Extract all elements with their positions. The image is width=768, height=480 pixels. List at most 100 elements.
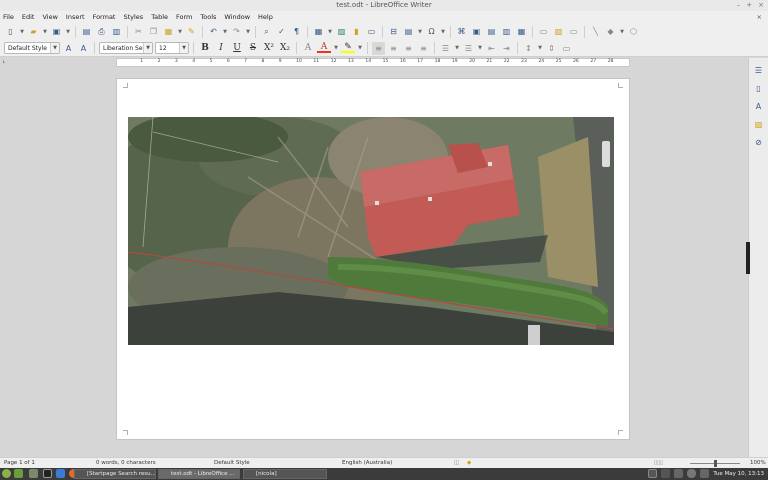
superscript-icon[interactable]: X² xyxy=(262,43,276,53)
hyperlink-icon[interactable]: ⌘ xyxy=(455,25,468,38)
network-icon[interactable] xyxy=(674,469,683,478)
tab-stop-icon[interactable]: ˪ xyxy=(3,58,5,65)
paragraph-dialog-icon[interactable]: ▭ xyxy=(560,42,573,55)
line-spacing-icon[interactable]: ↕ xyxy=(522,42,535,55)
italic-icon[interactable]: I xyxy=(214,43,228,53)
show-desktop-icon[interactable] xyxy=(14,469,23,478)
line-spacing-dropdown-icon[interactable]: ▼ xyxy=(537,42,543,55)
updates-icon[interactable] xyxy=(648,469,657,478)
gallery-icon[interactable]: ▨ xyxy=(753,118,765,130)
maximize-icon[interactable]: + xyxy=(746,0,752,11)
taskbar-item-nicola[interactable]: [nicola] xyxy=(243,469,327,479)
subscript-icon[interactable]: X₂ xyxy=(278,43,292,53)
comment-icon[interactable]: ▭ xyxy=(537,25,550,38)
formatting-marks-icon[interactable]: ¶ xyxy=(290,25,303,38)
aerial-photo-image[interactable] xyxy=(128,117,614,345)
font-color-dropdown-icon[interactable]: ▼ xyxy=(333,42,339,55)
insert-textbox-icon[interactable]: ▭ xyxy=(365,25,378,38)
save-dropdown-icon[interactable]: ▼ xyxy=(65,25,71,38)
word-count[interactable]: 0 words, 0 characters xyxy=(96,460,156,466)
zoom-level[interactable]: 100% xyxy=(750,460,766,466)
font-name-select[interactable]: Liberation Se ▼ xyxy=(99,42,153,54)
update-style-icon[interactable]: A xyxy=(62,42,75,55)
insert-mode-icon[interactable]: ◫ xyxy=(454,460,459,466)
menu-format[interactable]: Format xyxy=(93,13,116,21)
print-preview-icon[interactable]: ▥ xyxy=(110,25,123,38)
decrease-indent-icon[interactable]: ⇤ xyxy=(485,42,498,55)
minimize-icon[interactable]: – xyxy=(737,0,741,11)
app-launcher-icon[interactable] xyxy=(56,469,65,478)
align-justify-icon[interactable]: ≡ xyxy=(417,42,430,55)
menu-tools[interactable]: Tools xyxy=(200,13,216,21)
menu-window[interactable]: Window xyxy=(224,13,250,21)
endnote-icon[interactable]: ▤ xyxy=(485,25,498,38)
strikethrough-icon[interactable]: S xyxy=(246,43,260,53)
clock[interactable]: Tue May 10, 13:13 xyxy=(713,468,764,480)
insert-page-break-icon[interactable]: ⊟ xyxy=(387,25,400,38)
increase-indent-icon[interactable]: ⇥ xyxy=(500,42,513,55)
terminal-icon[interactable] xyxy=(43,469,52,478)
file-manager-icon[interactable] xyxy=(29,469,38,478)
insert-field-icon[interactable]: ▤ xyxy=(402,25,415,38)
new-document-icon[interactable]: ▯ xyxy=(4,25,17,38)
new-dropdown-icon[interactable]: ▼ xyxy=(19,25,25,38)
draw-functions-icon[interactable]: ⬡ xyxy=(627,25,640,38)
footnote-icon[interactable]: ▣ xyxy=(470,25,483,38)
horizontal-ruler[interactable]: 1 2 3 4 5 6 7 8 9 10 11 12 13 14 15 16 17 18 19 20 21 22 23 24 2… xyxy=(116,58,630,67)
font-color-icon[interactable]: A xyxy=(317,43,331,53)
undo-icon[interactable]: ↶ xyxy=(207,25,220,38)
insert-chart-icon[interactable]: ▮ xyxy=(350,25,363,38)
taskbar-item-startpage[interactable]: [Startpage Search resu... xyxy=(74,469,156,479)
open-dropdown-icon[interactable]: ▼ xyxy=(42,25,48,38)
clone-formatting-icon[interactable]: ✎ xyxy=(185,25,198,38)
save-icon[interactable]: ▣ xyxy=(50,25,63,38)
align-right-icon[interactable]: ≡ xyxy=(402,42,415,55)
menu-start-icon[interactable] xyxy=(2,469,11,478)
paragraph-spacing-icon[interactable]: ⇕ xyxy=(545,42,558,55)
shapes-dropdown-icon[interactable]: ▼ xyxy=(619,25,625,38)
cut-icon[interactable]: ✂ xyxy=(132,25,145,38)
chevron-down-icon[interactable]: ▼ xyxy=(143,43,152,53)
numbering-icon[interactable]: ☰ xyxy=(462,42,475,55)
language[interactable]: English (Australia) xyxy=(342,460,392,466)
highlight-dropdown-icon[interactable]: ▼ xyxy=(357,42,363,55)
paste-icon[interactable]: ▦ xyxy=(162,25,175,38)
menu-table[interactable]: Table xyxy=(151,13,168,21)
font-size-select[interactable]: 12 ▼ xyxy=(155,42,189,54)
sidebar-collapse-handle[interactable] xyxy=(746,242,750,274)
menu-styles[interactable]: Styles xyxy=(123,13,143,21)
styles-icon[interactable]: A xyxy=(753,100,765,112)
bullets-icon[interactable]: ☰ xyxy=(439,42,452,55)
copy-icon[interactable]: ❐ xyxy=(147,25,160,38)
redo-dropdown-icon[interactable]: ▼ xyxy=(245,25,251,38)
insert-line-icon[interactable]: ╲ xyxy=(589,25,602,38)
align-left-icon[interactable]: ≡ xyxy=(372,41,385,55)
export-pdf-icon[interactable]: ▤ xyxy=(80,25,93,38)
shield-icon[interactable] xyxy=(687,469,696,478)
paste-dropdown-icon[interactable]: ▼ xyxy=(177,25,183,38)
header-footer-icon[interactable]: ▭ xyxy=(567,25,580,38)
special-character-icon[interactable]: Ω xyxy=(425,25,438,38)
edit-tool-icon[interactable] xyxy=(661,469,670,478)
new-style-icon[interactable]: A xyxy=(77,42,90,55)
clear-formatting-icon[interactable]: A xyxy=(301,43,315,53)
zoom-slider-knob[interactable] xyxy=(714,460,717,467)
highlight-color-icon[interactable]: ✎ xyxy=(341,43,355,53)
field-dropdown-icon[interactable]: ▼ xyxy=(417,25,423,38)
page-count[interactable]: Page 1 of 1 xyxy=(4,460,35,466)
view-layout-icon[interactable]: ▯▯▯ xyxy=(654,460,663,466)
bookmark-icon[interactable]: ▥ xyxy=(500,25,513,38)
find-replace-icon[interactable]: ⌕ xyxy=(260,25,273,38)
menu-view[interactable]: View xyxy=(42,13,57,21)
print-icon[interactable]: ⎙ xyxy=(95,25,108,38)
volume-icon[interactable] xyxy=(700,469,709,478)
redo-icon[interactable]: ↷ xyxy=(230,25,243,38)
properties-icon[interactable]: ☰ xyxy=(753,64,765,76)
spelling-icon[interactable]: ✓ xyxy=(275,25,288,38)
align-center-icon[interactable]: ≡ xyxy=(387,42,400,55)
open-folder-icon[interactable]: ▰ xyxy=(27,25,40,38)
menu-file[interactable]: File xyxy=(3,13,14,21)
cross-reference-icon[interactable]: ▦ xyxy=(515,25,528,38)
bullets-dropdown-icon[interactable]: ▼ xyxy=(454,42,460,55)
chevron-down-icon[interactable]: ▼ xyxy=(50,43,59,53)
